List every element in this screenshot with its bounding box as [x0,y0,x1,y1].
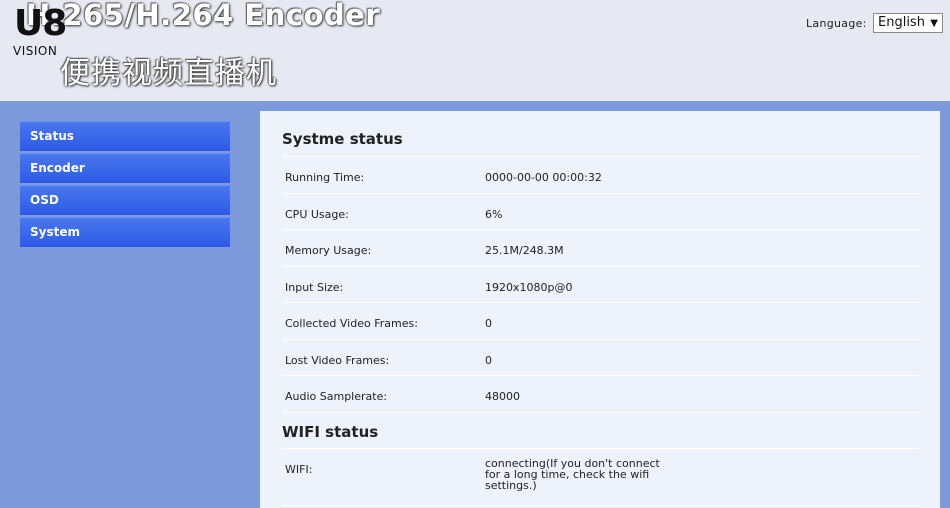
row-value: 1920x1080p@0 [485,281,573,294]
row-value: 6% [485,208,503,221]
table-row: Running Time: 0000-00-00 00:00:32 [282,156,920,193]
sidebar-item-encoder[interactable]: Encoder [20,153,230,183]
brand-logo: U8 VISION [12,3,67,60]
row-value: connecting(If you don't connect for a lo… [485,457,660,492]
row-label: Input Size: [285,281,344,294]
sidebar-item-system[interactable]: System [20,217,230,247]
table-row: CPU Usage: 6% [282,193,920,230]
status-panel: Systme status Running Time: 0000-00-00 0… [260,111,940,508]
wifi-status-title: WIFI status [282,423,379,441]
row-divider [282,505,920,507]
sidebar-item-osd[interactable]: OSD [20,185,230,215]
row-value: 0000-00-00 00:00:32 [485,171,602,184]
table-row: Audio Samplerate: 48000 [282,375,920,412]
sidebar-item-status[interactable]: Status [20,121,230,151]
logo-mark: U8 [14,3,67,44]
row-value: 25.1M/248.3M [485,244,564,257]
table-row: Lost Video Frames: 0 [282,339,920,376]
product-title: H.265/H.264 Encoder [26,0,381,32]
row-value: 0 [485,354,492,367]
row-divider [282,412,920,414]
language-selected-value: English [878,15,925,30]
row-value: 48000 [485,390,520,403]
logo-word: VISION [13,44,58,58]
product-subtitle: 便携视频直播机 [60,56,277,91]
row-label: Audio Samplerate: [285,390,388,403]
table-row: Collected Video Frames: 0 [282,302,920,339]
table-row: Input Size: 1920x1080p@0 [282,266,920,303]
row-label: Running Time: [285,171,365,184]
header-bar: H.265/H.264 Encoder 便携视频直播机 U8 VISION La… [0,0,950,101]
row-label: CPU Usage: [285,208,349,221]
row-label: Collected Video Frames: [285,317,418,330]
system-status-title: Systme status [282,130,403,148]
table-row: WIFI: connecting(If you don't connect fo… [282,448,920,505]
sidebar-nav: Status Encoder OSD System [20,121,230,249]
language-select[interactable]: English ▼ [873,13,943,33]
row-label: Lost Video Frames: [285,354,390,367]
row-value: 0 [485,317,492,330]
table-row: Memory Usage: 25.1M/248.3M [282,229,920,266]
row-label: WIFI: [285,463,313,476]
language-label: Language: [806,17,867,30]
row-label: Memory Usage: [285,244,372,257]
dropdown-arrow-icon: ▼ [930,18,938,29]
